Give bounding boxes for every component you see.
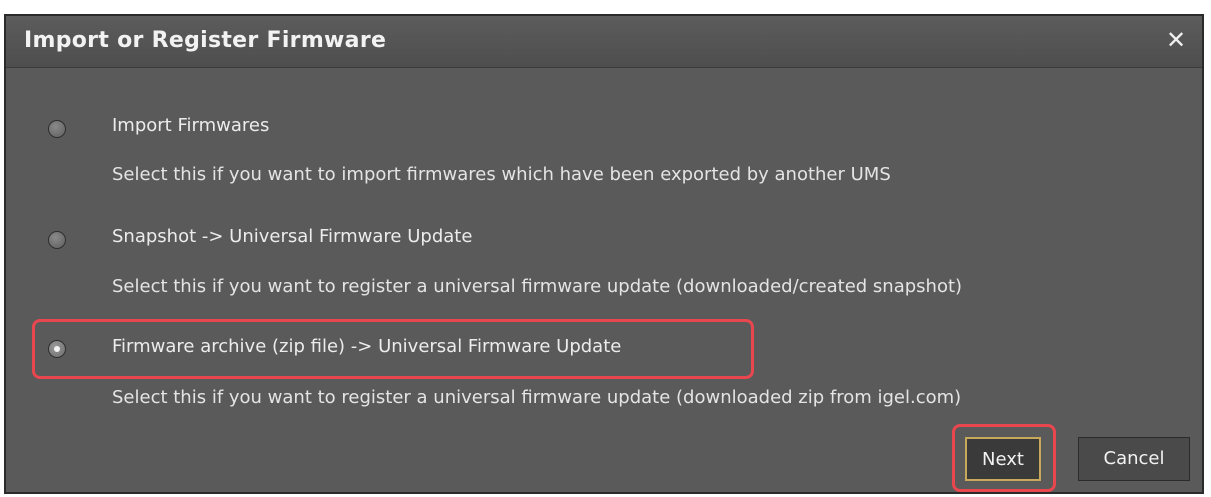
next-button[interactable]: Next — [965, 437, 1041, 481]
import-register-firmware-dialog: Import or Register Firmware ✕ Import Fir… — [4, 14, 1204, 494]
option-description-import-firmwares: Select this if you want to import firmwa… — [112, 164, 891, 185]
option-label-firmware-archive[interactable]: Firmware archive (zip file) -> Universal… — [112, 336, 621, 357]
radio-firmware-archive[interactable] — [48, 340, 66, 358]
option-label-import-firmwares[interactable]: Import Firmwares — [112, 115, 269, 136]
option-description-snapshot-update: Select this if you want to register a un… — [112, 276, 963, 297]
cancel-button[interactable]: Cancel — [1078, 437, 1190, 481]
option-description-firmware-archive: Select this if you want to register a un… — [112, 387, 962, 408]
radio-import-firmwares[interactable] — [48, 120, 66, 138]
option-label-snapshot-update[interactable]: Snapshot -> Universal Firmware Update — [112, 226, 472, 247]
dialog-titlebar: Import or Register Firmware ✕ — [6, 16, 1202, 68]
close-icon[interactable]: ✕ — [1164, 26, 1188, 54]
radio-selected-dot — [54, 346, 60, 352]
dialog-title: Import or Register Firmware — [24, 28, 387, 53]
radio-snapshot-update[interactable] — [48, 231, 66, 249]
